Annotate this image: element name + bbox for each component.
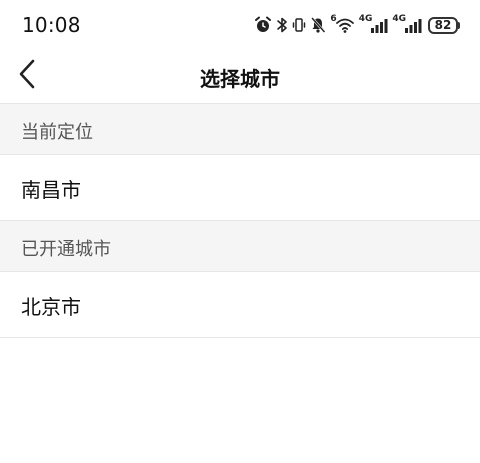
chevron-left-icon <box>17 59 39 93</box>
signal-icon: 4G <box>358 14 389 35</box>
status-bar: 10:08 6 4G 4G 82 <box>0 0 480 50</box>
page-title: 选择城市 <box>200 67 280 91</box>
network-label-1: 4G <box>358 14 373 24</box>
battery-cap <box>458 21 460 29</box>
mute-icon <box>310 15 326 35</box>
city-name: 南昌市 <box>21 178 81 202</box>
city-picker-screen: 10:08 6 4G 4G 82 选择城市 当前定位 南昌市 已开通城市 北京市 <box>0 0 480 463</box>
back-button[interactable] <box>8 56 48 96</box>
section-header-open-cities: 已开通城市 <box>0 220 480 272</box>
city-name: 北京市 <box>21 295 81 319</box>
list-item-city[interactable]: 北京市 <box>0 272 480 338</box>
battery-icon: 82 <box>426 15 460 35</box>
bluetooth-icon <box>276 15 288 35</box>
section-header-label: 当前定位 <box>21 122 93 143</box>
vibrate-icon <box>292 15 306 35</box>
network-label-2: 4G <box>392 14 406 24</box>
wifi-label: 6 <box>330 14 337 24</box>
section-header-label: 已开通城市 <box>21 239 111 260</box>
alarm-icon <box>254 15 272 35</box>
section-header-current-location: 当前定位 <box>0 103 480 155</box>
status-icons: 6 4G 4G 82 <box>254 14 460 36</box>
battery-level: 82 <box>428 16 458 34</box>
status-time: 10:08 <box>22 13 81 37</box>
list-item-current-city[interactable]: 南昌市 <box>0 155 480 219</box>
wifi-icon: 6 <box>330 14 354 35</box>
nav-bar: 选择城市 <box>0 50 480 103</box>
signal-icon: 4G <box>392 14 422 35</box>
